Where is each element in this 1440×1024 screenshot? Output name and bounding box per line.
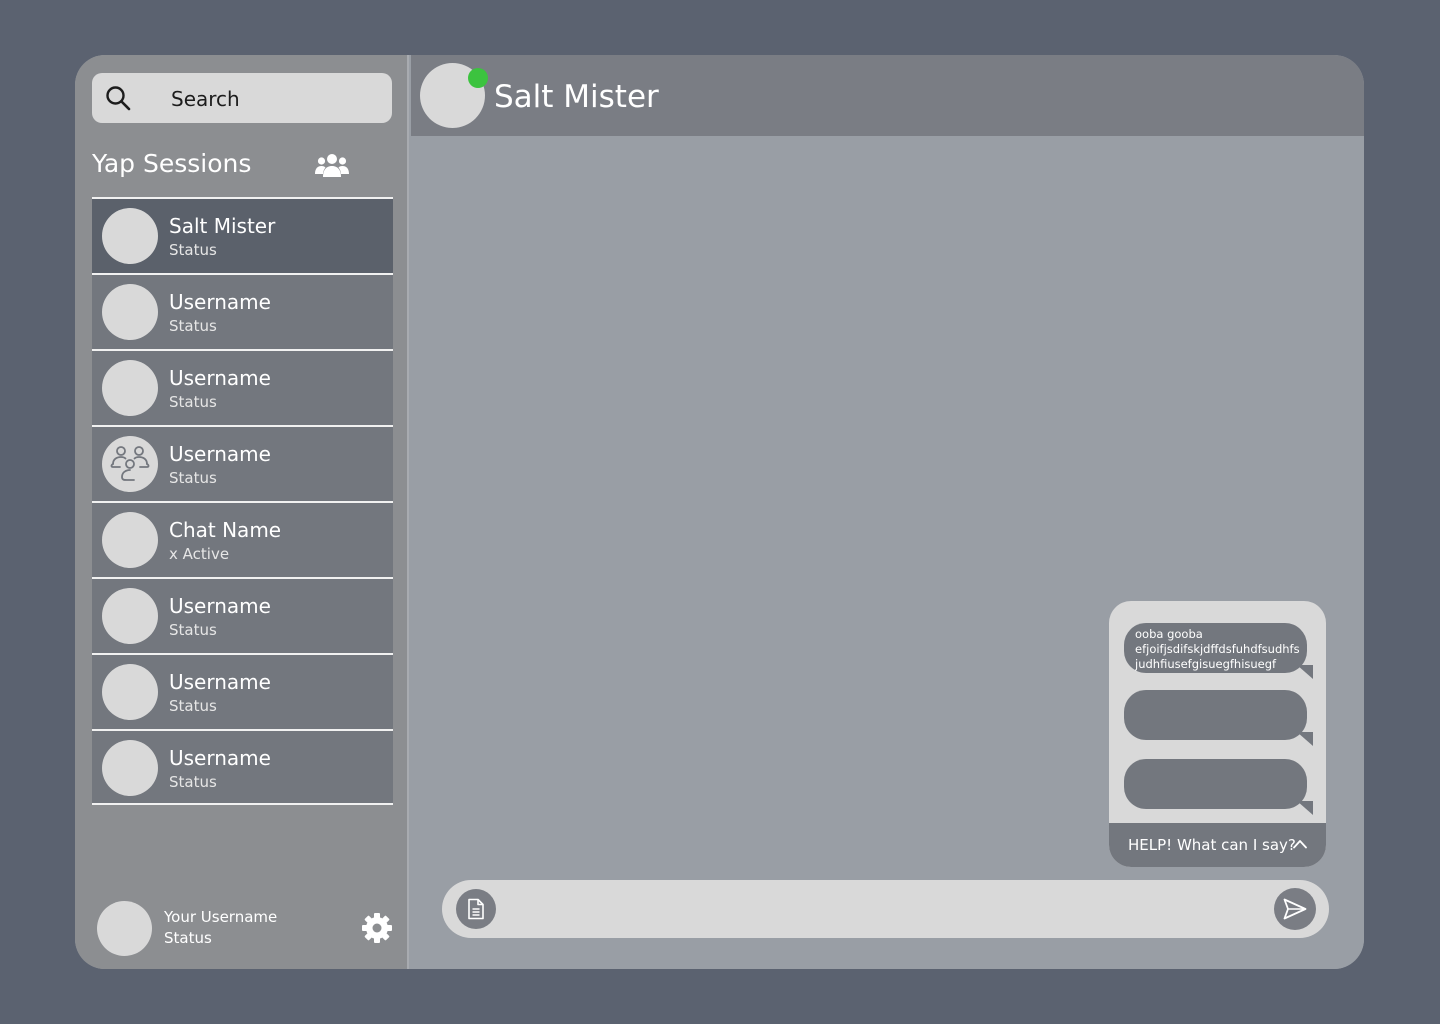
send-button[interactable]	[1274, 888, 1316, 930]
session-status: Status	[169, 697, 217, 715]
sidebar: Search Yap Sessions Salt Mister Status U…	[75, 55, 409, 969]
search-bar[interactable]: Search	[92, 73, 392, 123]
user-name: Your Username	[164, 908, 278, 926]
session-status: x Active	[169, 545, 230, 563]
group-avatar	[102, 436, 158, 492]
session-name: Username	[169, 366, 271, 390]
help-toggle-button[interactable]: HELP! What can I say?	[1109, 823, 1326, 867]
session-status: Status	[169, 317, 217, 335]
attach-button[interactable]	[456, 889, 496, 929]
contact-name: Salt Mister	[494, 79, 659, 115]
avatar	[102, 360, 158, 416]
session-status: Status	[169, 469, 217, 487]
session-item[interactable]: Username Status	[92, 729, 393, 805]
session-name: Salt Mister	[169, 214, 276, 238]
user-avatar[interactable]	[97, 901, 152, 956]
message-input[interactable]	[512, 890, 1262, 928]
user-status: Status	[164, 929, 212, 947]
help-suggestions-panel: ooba gooba efjoifjsdifskjdffdsfuhdfsudhf…	[1109, 601, 1326, 867]
avatar	[102, 512, 158, 568]
search-icon	[106, 86, 131, 111]
avatar	[102, 208, 158, 264]
session-item[interactable]: Salt Mister Status	[92, 197, 393, 273]
chat-body: ooba gooba efjoifjsdifskjdffdsfuhdfsudhf…	[411, 136, 1364, 969]
search-placeholder[interactable]: Search	[171, 87, 240, 111]
chat-header: Salt Mister	[411, 55, 1364, 136]
chevron-up-icon	[1293, 840, 1307, 849]
avatar	[102, 664, 158, 720]
session-item[interactable]: Username Status	[92, 425, 393, 501]
help-label: HELP! What can I say?	[1128, 836, 1296, 854]
chat-app-window: Search Yap Sessions Salt Mister Status U…	[75, 55, 1364, 969]
current-user: Your Username Status	[97, 901, 397, 957]
people-group-icon	[110, 446, 150, 481]
suggestion-text	[1135, 694, 1300, 738]
suggestion-bubble[interactable]: ooba gooba efjoifjsdifskjdffdsfuhdfsudhf…	[1124, 623, 1313, 679]
session-name: Username	[169, 594, 271, 618]
session-status: Status	[169, 241, 217, 259]
session-status: Status	[169, 773, 217, 791]
session-name: Chat Name	[169, 518, 282, 542]
session-status: Status	[169, 621, 217, 639]
session-list: Salt Mister Status Username Status Usern…	[92, 197, 393, 805]
avatar	[102, 284, 158, 340]
session-item[interactable]: Username Status	[92, 653, 393, 729]
suggestion-bubble[interactable]	[1124, 759, 1313, 815]
group-icon[interactable]	[315, 151, 349, 179]
bubble-tail	[1297, 801, 1313, 815]
session-item[interactable]: Username Status	[92, 273, 393, 349]
online-indicator	[468, 68, 488, 88]
bubble-tail	[1297, 732, 1313, 746]
suggestion-bubble[interactable]	[1124, 690, 1313, 746]
avatar	[102, 740, 158, 796]
document-icon	[468, 898, 484, 920]
session-name: Username	[169, 442, 271, 466]
bubble-tail	[1297, 665, 1313, 679]
gear-icon[interactable]	[361, 912, 393, 944]
session-item[interactable]: Username Status	[92, 349, 393, 425]
suggestion-text	[1135, 763, 1300, 807]
session-name: Username	[169, 670, 271, 694]
session-name: Username	[169, 290, 271, 314]
session-status: Status	[169, 393, 217, 411]
suggestion-text: ooba gooba efjoifjsdifskjdffdsfuhdfsudhf…	[1135, 627, 1300, 671]
message-composer	[442, 880, 1329, 938]
avatar	[102, 588, 158, 644]
session-name: Username	[169, 746, 271, 770]
send-icon	[1283, 898, 1307, 920]
session-item[interactable]: Username Status	[92, 577, 393, 653]
sessions-title: Yap Sessions	[92, 149, 252, 178]
session-item[interactable]: Chat Name x Active	[92, 501, 393, 577]
